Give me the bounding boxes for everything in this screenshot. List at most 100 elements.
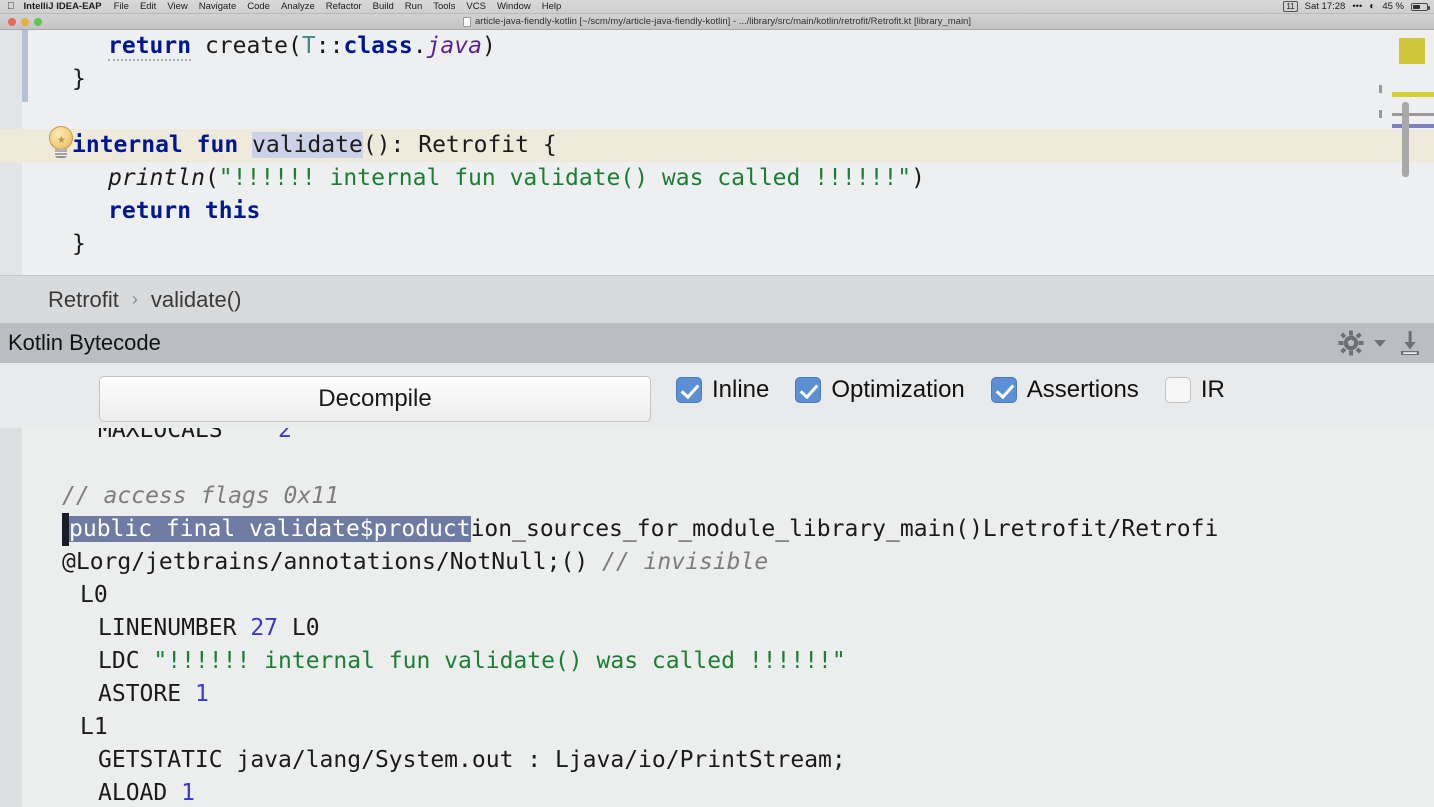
code-line[interactable]: L1 [0,711,1434,744]
menu-item-view[interactable]: View [167,1,187,12]
marker-yellow-1 [1392,92,1434,97]
code-line[interactable]: MAXLOCALS 2 [0,428,1434,447]
code-line[interactable]: println("!!!!!! internal fun validate() … [0,162,1434,195]
code-line[interactable]: } [0,63,1434,96]
code-line[interactable] [0,96,1434,129]
menu-item-vcs[interactable]: VCS [466,1,486,12]
intention-lightbulb-icon[interactable]: ★ [45,126,77,160]
code-line[interactable]: internal fun validate(): Retrofit { [0,129,1434,162]
code-token: 1 [181,780,195,806]
code-line[interactable] [0,447,1434,480]
checkbox-inline[interactable]: Inline [676,376,769,404]
checkbox-unchecked-icon[interactable] [1164,377,1191,403]
intellij-window:  IntelliJ IDEA-EAP File Edit View Navig… [0,0,1434,807]
code-token: L1 [80,714,108,740]
mac-menu-bar:  IntelliJ IDEA-EAP File Edit View Navig… [0,0,1434,14]
wifi-icon[interactable]: ◐ [1369,1,1375,12]
code-line[interactable]: L0 [0,579,1434,612]
menu-item-analyze[interactable]: Analyze [281,1,315,12]
code-token: // access flags 0x11 [62,483,339,509]
code-line[interactable]: GETSTATIC java/lang/System.out : Ljava/i… [0,744,1434,777]
menu-item-run[interactable]: Run [405,1,422,12]
code-line[interactable]: ▌public final validate$production_source… [0,513,1434,546]
code-line[interactable]: return this [0,195,1434,228]
checkbox-checked-icon[interactable] [795,377,822,403]
code-token: create( [191,33,302,59]
minimize-window-button[interactable] [21,18,29,26]
code-token: return [108,33,192,61]
bytecode-view[interactable]: MAXLOCALS 2 // access flags 0x11 ▌public f… [0,428,1434,807]
code-line[interactable]: LDC "!!!!!! internal fun validate() was … [0,645,1434,678]
code-line[interactable]: ASTORE 1 [0,678,1434,711]
code-token: ( [204,165,219,191]
checkbox-assertions[interactable]: Assertions [990,376,1139,404]
checkbox-checked-icon[interactable] [676,377,702,403]
menu-item-window[interactable]: Window [497,1,531,12]
code-token: public final validate$product [69,516,471,542]
code-line[interactable]: ALOAD 1 [0,777,1434,807]
menu-item-refactor[interactable]: Refactor [326,1,362,12]
close-window-button[interactable] [8,18,16,26]
download-icon[interactable] [1396,330,1424,356]
editor-code-lines[interactable]: return create(T::class.java)} internal fu… [0,30,1434,261]
code-token: GETSTATIC java/lang/System.out : Ljava/i… [98,747,846,773]
chevron-down-icon[interactable] [1374,339,1386,347]
code-line[interactable]: } [0,228,1434,261]
decompile-button[interactable]: Decompile [99,376,651,422]
checkbox-optimization[interactable]: Optimization [795,376,965,404]
menu-item-file[interactable]: File [114,1,129,12]
bytecode-options-group: Inline Optimization Assertions IR [676,376,1225,404]
editor-marker-strip[interactable] [1370,30,1434,275]
checkbox-ir[interactable]: IR [1164,376,1225,404]
marker-grey-1 [1379,85,1382,93]
menu-item-navigate[interactable]: Navigate [199,1,237,12]
code-token: (): Retrofit { [362,132,557,158]
menu-app-name[interactable]: IntelliJ IDEA-EAP [24,1,102,12]
code-line[interactable]: @Lorg/jetbrains/annotations/NotNull;() /… [0,546,1434,579]
battery-icon[interactable] [1411,2,1430,11]
menu-item-build[interactable]: Build [373,1,394,12]
breadcrumb-item-method[interactable]: validate() [151,287,241,313]
checkbox-label: Assertions [1026,376,1139,403]
code-token: 27 [250,615,279,641]
code-token: validate [252,132,363,158]
zoom-window-button[interactable] [34,18,42,26]
gear-icon[interactable] [1338,330,1364,356]
clock[interactable]: Sat 17:28 [1305,1,1346,12]
file-icon [463,16,471,27]
code-line[interactable]: // access flags 0x11 [0,480,1434,513]
code-line[interactable]: LINENUMBER 27 L0 [0,612,1434,645]
control-center-dots-icon[interactable]: ••• [1352,1,1362,12]
checkbox-checked-icon[interactable] [990,377,1017,403]
editor-scrollbar-thumb[interactable] [1402,102,1409,177]
marker-grey-2 [1379,110,1382,118]
breadcrumb[interactable]: Retrofit › validate() [0,275,1434,323]
marker-purple-1 [1392,124,1434,128]
code-token: "!!!!!! internal fun validate() was call… [218,165,912,191]
menu-item-edit[interactable]: Edit [140,1,156,12]
calendar-badge-icon[interactable]: 11 [1283,1,1298,12]
code-token: ▌ [62,513,69,546]
code-token: LDC [98,648,154,674]
code-token: :: [315,33,344,59]
code-token: T [301,33,316,59]
code-token: ) [481,33,496,59]
code-token: internal [72,132,183,158]
menu-item-tools[interactable]: Tools [433,1,455,12]
breadcrumb-item-class[interactable]: Retrofit [48,287,119,313]
code-token: java [426,33,482,59]
bytecode-lines[interactable]: MAXLOCALS 2 // access flags 0x11 ▌public f… [0,428,1434,807]
code-token: 1 [194,681,209,707]
menu-item-help[interactable]: Help [542,1,562,12]
code-token: class [343,33,413,59]
code-token: } [72,231,86,257]
apple-logo-icon[interactable]:  [7,1,15,12]
code-token: L0 [80,582,108,608]
menu-item-code[interactable]: Code [247,1,270,12]
code-line[interactable]: return create(T::class.java) [0,30,1434,63]
code-editor[interactable]: return create(T::class.java)} internal fu… [0,30,1434,275]
inspection-warning-indicator[interactable] [1399,38,1425,64]
code-token: return this [108,198,261,224]
